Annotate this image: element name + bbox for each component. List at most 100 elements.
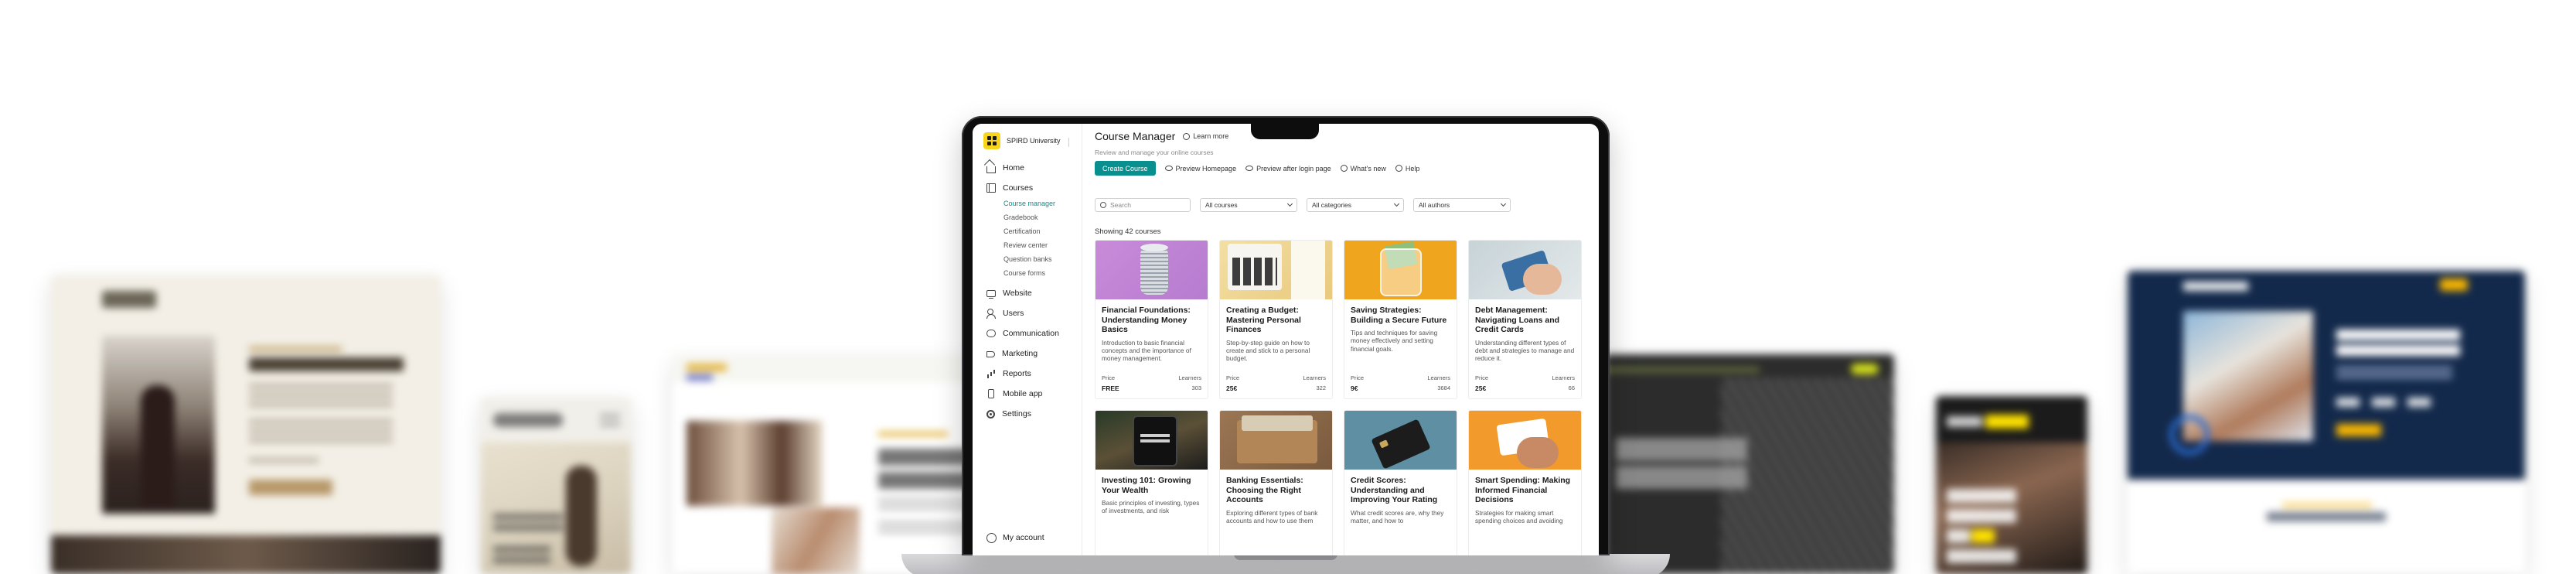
book-icon — [986, 183, 996, 193]
course-meta: Price 9€ Learners 3684 — [1351, 374, 1450, 392]
camera-notch — [1251, 122, 1319, 139]
course-card[interactable]: Saving Strategies: Building a Secure Fut… — [1344, 240, 1457, 399]
course-description: Strategies for making smart spending cho… — [1475, 508, 1563, 524]
laptop-base — [901, 554, 1670, 574]
sidebar: SPIRD University Home Courses Course man… — [973, 124, 1082, 555]
sidebar-item-courses[interactable]: Courses — [973, 178, 1082, 198]
course-description: Introduction to basic financial concepts… — [1102, 338, 1191, 363]
background-website-mockup-watch — [673, 356, 997, 574]
course-price: FREE — [1102, 384, 1119, 392]
course-description: Exploring different types of bank accoun… — [1226, 508, 1318, 524]
learners-label: Learners — [1303, 374, 1326, 381]
course-thumbnail — [1220, 411, 1332, 470]
course-card[interactable]: Creating a Budget: Mastering Personal Fi… — [1219, 240, 1333, 399]
action-bar: Create Course Preview Homepage Preview a… — [1095, 161, 1419, 176]
sidebar-subitem-gradebook[interactable]: Gradebook — [1003, 210, 1082, 224]
sidebar-subitem-course-forms[interactable]: Course forms — [1003, 266, 1082, 280]
sidebar-subitem-certification[interactable]: Certification — [1003, 224, 1082, 238]
preview-after-login-link[interactable]: Preview after login page — [1245, 165, 1331, 173]
divider — [1068, 138, 1069, 147]
sidebar-item-label: Mobile app — [1003, 389, 1043, 398]
chevron-down-icon — [1393, 200, 1400, 207]
course-description: Step-by-step guide on how to create and … — [1226, 338, 1310, 363]
categories-filter-select[interactable]: All categories — [1307, 198, 1404, 212]
sidebar-item-mobile-app[interactable]: Mobile app — [973, 384, 1082, 404]
course-learners: 66 — [1568, 384, 1575, 391]
preview-homepage-link[interactable]: Preview Homepage — [1164, 165, 1236, 173]
course-thumbnail — [1220, 241, 1332, 299]
chat-icon — [986, 330, 996, 337]
sidebar-nav: Home Courses Course manager Gradebook Ce… — [973, 158, 1082, 424]
sidebar-item-label: Reports — [1003, 369, 1031, 378]
course-card[interactable]: Financial Foundations: Understanding Mon… — [1095, 240, 1208, 399]
course-description: Understanding different types of debt an… — [1475, 338, 1575, 363]
course-card[interactable]: Credit Scores: Understanding and Improvi… — [1344, 410, 1457, 555]
preview-after-login-label: Preview after login page — [1256, 164, 1331, 173]
learners-label: Learners — [1552, 374, 1575, 381]
sidebar-subitem-question-banks[interactable]: Question banks — [1003, 252, 1082, 266]
users-icon — [986, 309, 996, 319]
authors-filter-select[interactable]: All authors — [1413, 198, 1511, 212]
course-card[interactable]: Investing 101: Growing Your Wealth Basic… — [1095, 410, 1208, 555]
results-count: Showing 42 courses — [1095, 227, 1161, 236]
eye-icon — [1164, 166, 1173, 171]
sidebar-item-communication[interactable]: Communication — [973, 323, 1082, 343]
course-learners: 303 — [1191, 384, 1201, 391]
courses-submenu: Course manager Gradebook Certification R… — [973, 196, 1082, 280]
chart-icon — [986, 369, 996, 378]
search-icon — [1100, 202, 1106, 208]
sidebar-item-settings[interactable]: Settings — [973, 404, 1082, 424]
course-thumbnail — [1344, 241, 1457, 299]
help-link[interactable]: Help — [1395, 165, 1419, 173]
page-subtitle: Review and manage your online courses — [1095, 149, 1214, 156]
sidebar-item-marketing[interactable]: Marketing — [973, 343, 1082, 364]
app-screen: SPIRD University Home Courses Course man… — [973, 124, 1599, 555]
chevron-down-icon — [1500, 200, 1507, 207]
sidebar-item-label: Marketing — [1002, 349, 1038, 358]
laptop-frame: SPIRD University Home Courses Course man… — [962, 116, 1610, 555]
org-name: SPIRD University — [1007, 137, 1061, 145]
price-label: Price — [1475, 374, 1489, 381]
sidebar-item-users[interactable]: Users — [973, 303, 1082, 323]
sidebar-item-label: Communication — [1003, 329, 1059, 338]
sidebar-item-label: Home — [1003, 163, 1025, 173]
background-website-mockup-david-wong — [51, 275, 441, 574]
page-title: Course Manager — [1095, 130, 1176, 142]
course-card[interactable]: Smart Spending: Making Informed Financia… — [1468, 410, 1582, 555]
course-title: Banking Essentials: Choosing the Right A… — [1226, 476, 1303, 504]
course-description: Basic principles of investing, types of … — [1102, 499, 1200, 515]
sparkle-icon — [1340, 165, 1348, 172]
create-course-button[interactable]: Create Course — [1095, 161, 1156, 176]
course-card[interactable]: Banking Essentials: Choosing the Right A… — [1219, 410, 1333, 555]
info-icon — [1183, 132, 1191, 140]
course-title: Credit Scores: Understanding and Improvi… — [1351, 476, 1438, 504]
phone-icon — [988, 389, 994, 398]
course-title: Investing 101: Growing Your Wealth — [1102, 476, 1191, 495]
home-icon — [986, 166, 996, 173]
background-website-mockup-finance — [2128, 271, 2525, 574]
background-mobile-mockup-fitness — [1936, 396, 2087, 574]
course-title: Debt Management: Navigating Loans and Cr… — [1475, 306, 1560, 334]
org-switcher[interactable]: SPIRD University — [983, 132, 1061, 150]
sidebar-item-label: Courses — [1003, 183, 1034, 193]
course-description: What credit scores are, why they matter,… — [1351, 508, 1444, 524]
courses-filter-select[interactable]: All courses — [1200, 198, 1297, 212]
brand-logo-icon — [983, 132, 1000, 149]
sidebar-item-reports[interactable]: Reports — [973, 364, 1082, 384]
sidebar-item-home[interactable]: Home — [973, 158, 1082, 178]
sidebar-item-website[interactable]: Website — [973, 283, 1082, 303]
course-meta: Price 25€ Learners 66 — [1475, 374, 1575, 392]
course-price: 25€ — [1226, 384, 1238, 392]
filter-bar: Search All courses All categories All au… — [1095, 198, 1511, 212]
price-label: Price — [1102, 374, 1116, 381]
course-card[interactable]: Debt Management: Navigating Loans and Cr… — [1468, 240, 1582, 399]
course-thumbnail — [1469, 241, 1581, 299]
learn-more-link[interactable]: Learn more — [1183, 132, 1228, 140]
sidebar-subitem-course-manager[interactable]: Course manager — [1003, 196, 1082, 210]
background-website-mockup-dark — [1605, 354, 1894, 574]
sidebar-item-my-account[interactable]: My account — [973, 528, 1082, 548]
whats-new-label: What's new — [1350, 164, 1386, 173]
whats-new-link[interactable]: What's new — [1340, 164, 1386, 173]
sidebar-subitem-review-center[interactable]: Review center — [1003, 238, 1082, 252]
search-input[interactable]: Search — [1095, 198, 1191, 212]
